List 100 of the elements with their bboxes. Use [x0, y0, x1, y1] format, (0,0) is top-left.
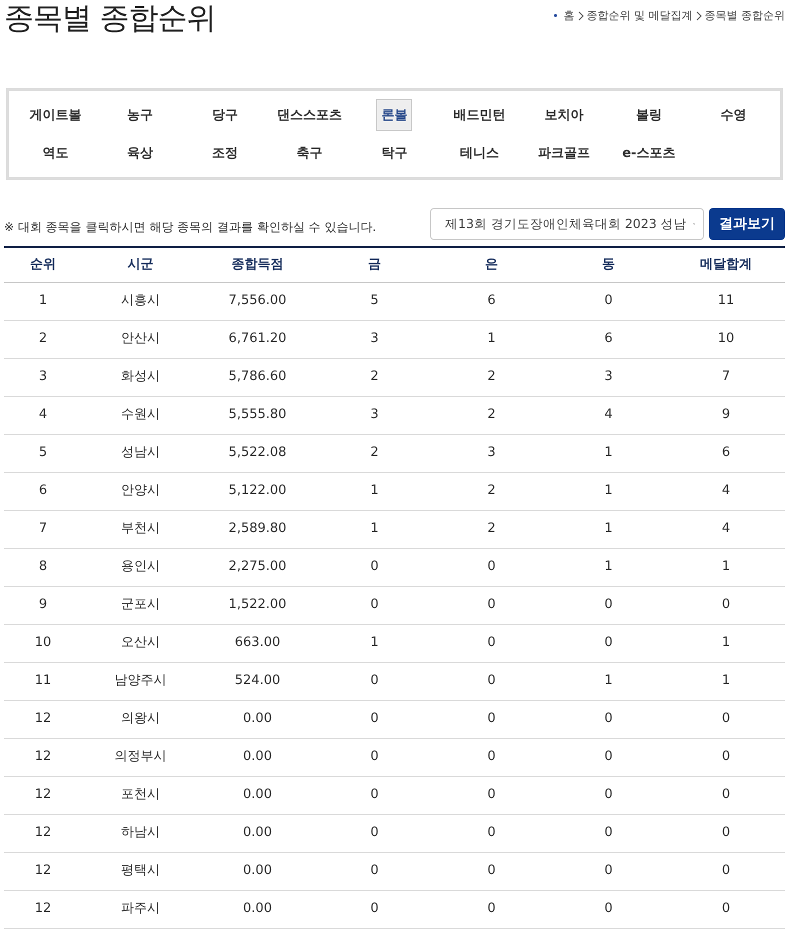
- table-cell: 1: [4, 282, 82, 320]
- sport-tab[interactable]: 당구: [206, 99, 243, 131]
- table-cell: 9: [4, 586, 82, 624]
- table-cell: 하남시: [82, 814, 199, 852]
- table-cell: 5,522.08: [199, 434, 316, 472]
- table-cell: 시흥시: [82, 282, 199, 320]
- table-cell: 1: [550, 472, 667, 510]
- table-cell: 12: [4, 890, 82, 928]
- breadcrumb-link[interactable]: 홈: [564, 8, 574, 23]
- sport-tab[interactable]: 테니스: [454, 137, 504, 169]
- table-cell: 0: [433, 586, 550, 624]
- table-cell: 12: [4, 776, 82, 814]
- table-cell: 2: [433, 472, 550, 510]
- column-header: 동: [550, 247, 667, 282]
- table-cell: 11: [667, 282, 785, 320]
- table-cell: 안산시: [82, 320, 199, 358]
- table-cell: 524.00: [199, 662, 316, 700]
- table-cell: 0.00: [199, 814, 316, 852]
- table-cell: 4: [550, 396, 667, 434]
- table-cell: 0: [316, 890, 433, 928]
- table-cell: 4: [4, 396, 82, 434]
- table-cell: 2,589.80: [199, 510, 316, 548]
- table-cell: 6: [4, 472, 82, 510]
- table-cell: 용인시: [82, 548, 199, 586]
- table-cell: 12: [4, 700, 82, 738]
- table-cell: 0.00: [199, 852, 316, 890]
- bullet-icon: [554, 14, 556, 17]
- table-cell: 3: [4, 358, 82, 396]
- table-cell: 0: [667, 700, 785, 738]
- table-cell: 11: [4, 662, 82, 700]
- event-select[interactable]: 제13회 경기도장애인체육대회 2023 성남: [430, 208, 704, 240]
- table-cell: 12: [4, 852, 82, 890]
- table-cell: 0: [433, 662, 550, 700]
- sport-tab[interactable]: 수영: [716, 99, 752, 131]
- column-header: 순위: [4, 247, 82, 282]
- table-cell: 3: [316, 396, 433, 434]
- table-cell: 5: [4, 434, 82, 472]
- table-cell: 0: [667, 738, 785, 776]
- sport-tab[interactable]: 파크골프: [533, 137, 596, 169]
- table-cell: 2: [433, 510, 550, 548]
- table-cell: 6,761.20: [199, 320, 316, 358]
- sport-tab[interactable]: 보치아: [540, 99, 589, 131]
- table-cell: 3: [316, 320, 433, 358]
- sport-tab[interactable]: 농구: [122, 99, 158, 131]
- table-cell: 0: [316, 662, 433, 700]
- table-cell: 6: [433, 282, 550, 320]
- table-cell: 0: [433, 852, 550, 890]
- column-header: 시군: [82, 247, 199, 282]
- sport-tab[interactable]: 배드민턴: [448, 99, 510, 131]
- table-cell: 1: [550, 434, 667, 472]
- table-cell: 0: [550, 586, 667, 624]
- result-button[interactable]: 결과보기: [709, 208, 785, 240]
- table-cell: 부천시: [82, 510, 199, 548]
- chevron-icon: [696, 10, 702, 20]
- table-cell: 의왕시: [82, 700, 199, 738]
- table-cell: 0: [550, 814, 667, 852]
- table-cell: 1: [667, 662, 785, 700]
- table-cell: 오산시: [82, 624, 199, 662]
- sport-tab[interactable]: 론볼: [376, 99, 412, 131]
- breadcrumb-link[interactable]: 종합순위 및 메달집계: [586, 8, 692, 23]
- table-cell: 화성시: [82, 358, 199, 396]
- table-cell: 1: [667, 624, 785, 662]
- table-cell: 1: [316, 510, 433, 548]
- table-cell: 0: [667, 776, 785, 814]
- table-cell: 0: [433, 700, 550, 738]
- sport-tab[interactable]: 역도: [37, 137, 74, 169]
- table-cell: 6: [667, 434, 785, 472]
- table-cell: 포천시: [82, 776, 199, 814]
- table-cell: 0: [550, 282, 667, 320]
- column-header: 메달합계: [667, 247, 785, 282]
- sport-tab[interactable]: 게이트볼: [24, 99, 86, 131]
- table-cell: 성남시: [82, 434, 199, 472]
- table-cell: 0: [550, 852, 667, 890]
- table-cell: 663.00: [199, 624, 316, 662]
- sport-tab[interactable]: 댄스스포츠: [272, 99, 348, 131]
- table-cell: 0.00: [199, 700, 316, 738]
- table-cell: 1: [550, 548, 667, 586]
- sport-tab[interactable]: 축구: [292, 137, 328, 169]
- breadcrumb-link[interactable]: 종목별 종합순위: [704, 8, 785, 23]
- table-cell: 0.00: [199, 890, 316, 928]
- sport-tab[interactable]: e-스포츠: [617, 137, 680, 169]
- table-cell: 1,522.00: [199, 586, 316, 624]
- page-title: 종목별 종합순위: [4, 0, 216, 38]
- sport-tab[interactable]: 탁구: [376, 137, 412, 169]
- table-cell: 의정부시: [82, 738, 199, 776]
- table-cell: 0: [433, 624, 550, 662]
- sport-tab[interactable]: 조정: [206, 137, 243, 169]
- sport-tab[interactable]: 볼링: [630, 99, 667, 131]
- table-cell: 파주시: [82, 890, 199, 928]
- table-cell: 5: [316, 282, 433, 320]
- table-cell: 10: [667, 320, 785, 358]
- sport-tab[interactable]: 육상: [122, 137, 158, 169]
- column-header: 금: [316, 247, 433, 282]
- table-cell: 1: [433, 320, 550, 358]
- table-cell: 0: [667, 586, 785, 624]
- table-cell: 0: [316, 738, 433, 776]
- table-cell: 0.00: [199, 738, 316, 776]
- table-cell: 0: [433, 890, 550, 928]
- table-cell: 5,555.80: [199, 396, 316, 434]
- table-cell: 0: [550, 776, 667, 814]
